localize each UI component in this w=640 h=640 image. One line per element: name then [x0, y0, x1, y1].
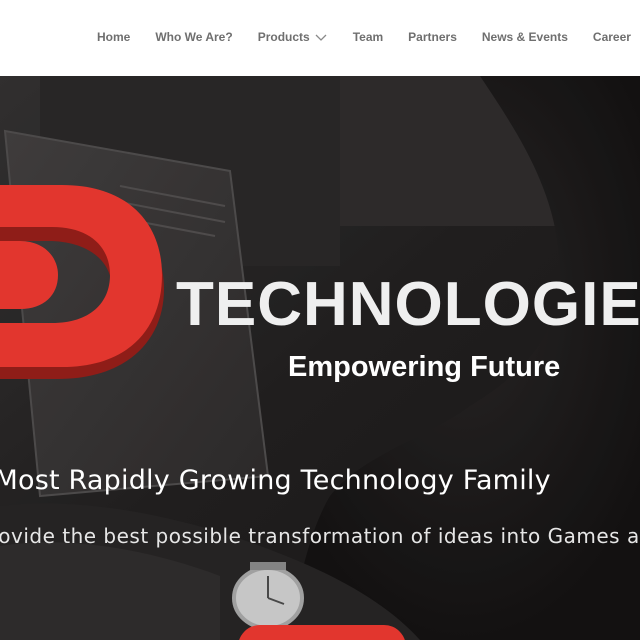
brand-wordmark: TECHNOLOGIES	[176, 270, 640, 339]
nav-products-label: Products	[257, 30, 310, 44]
nav-career[interactable]: Career	[593, 30, 631, 44]
page: Home Who We Are? Products Team Partners	[0, 0, 640, 640]
hero-headline: Pakistan’s Most Rapidly Growing Technolo…	[0, 465, 551, 496]
main-nav: Home Who We Are? Products Team Partners	[97, 30, 631, 44]
nav-team[interactable]: Team	[353, 30, 383, 44]
nav-career-label: Career	[592, 30, 631, 44]
hero-cta-button[interactable]	[238, 625, 406, 640]
nav-who-we-are[interactable]: Who We Are?	[155, 30, 232, 44]
nav-team-label: Team	[352, 30, 384, 44]
chevron-down-icon[interactable]	[314, 32, 328, 42]
nav-partners-label: Partners	[408, 30, 457, 44]
nav-home-label: Home	[97, 30, 131, 44]
top-navbar: Home Who We Are? Products Team Partners	[0, 0, 640, 76]
hero-subline: We provide the best possible transformat…	[0, 524, 640, 548]
nav-products[interactable]: Products	[258, 30, 328, 44]
hero-tagline: Empowering Future	[288, 351, 561, 383]
nav-who-we-are-label: Who We Are?	[155, 30, 233, 44]
nav-home[interactable]: Home	[97, 30, 130, 44]
d-logo-mark	[0, 185, 164, 379]
nav-news-events[interactable]: News & Events	[482, 30, 568, 44]
hero-section: TECHNOLOGIES Empowering Future Pakistan’…	[0, 76, 640, 640]
nav-news-events-label: News & Events	[481, 30, 568, 44]
nav-partners[interactable]: Partners	[408, 30, 457, 44]
